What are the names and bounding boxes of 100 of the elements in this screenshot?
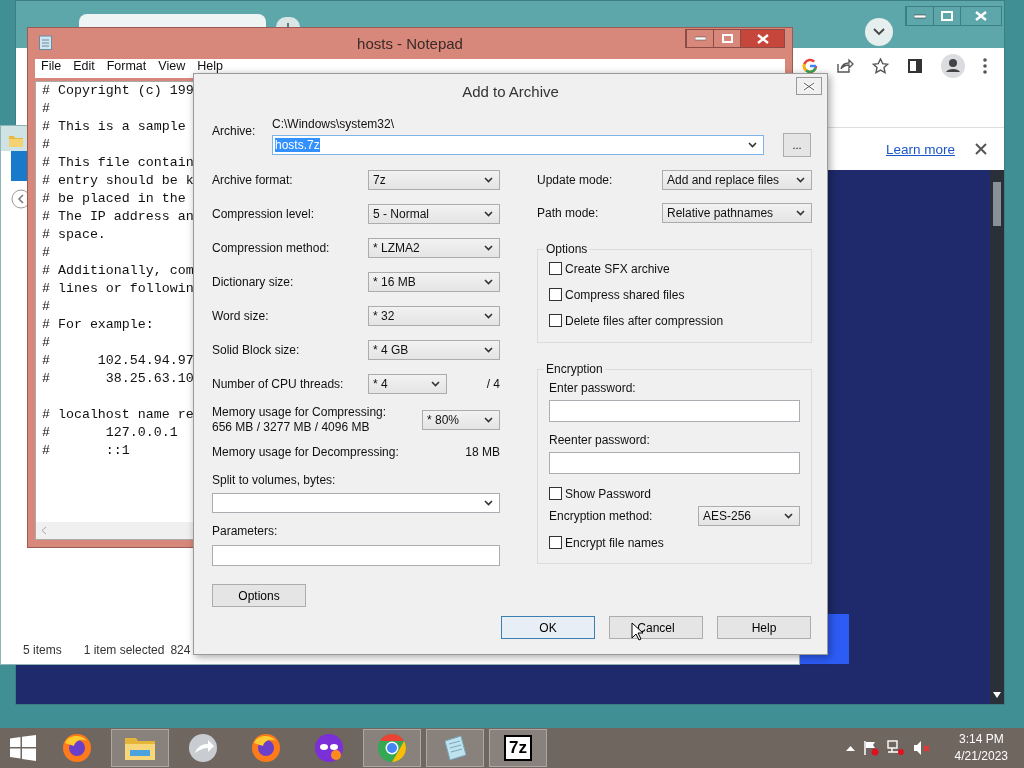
window-title: hosts - Notepad: [357, 34, 463, 52]
text-line: # 102.54.94.97: [42, 352, 194, 370]
dropdown[interactable]: Relative pathnames: [662, 203, 812, 223]
taskbar-button[interactable]: 7z: [489, 729, 547, 767]
field-label: Dictionary size:: [212, 275, 295, 289]
menu-item[interactable]: View: [152, 59, 192, 74]
start-button[interactable]: [10, 735, 36, 761]
checkbox[interactable]: [549, 487, 562, 500]
dropdown[interactable]: AES-256: [698, 506, 800, 526]
group-title: Encryption: [544, 362, 605, 376]
checkbox-label: Encrypt file names: [565, 535, 664, 550]
text-line: # space.: [42, 226, 106, 244]
checkbox[interactable]: [549, 262, 562, 275]
maximize-icon: [721, 34, 733, 43]
clock-time[interactable]: 3:14 PM: [958, 731, 1004, 748]
status-text: 824: [170, 643, 191, 657]
chevron-down-icon: [873, 28, 885, 36]
menu-icon[interactable]: [983, 58, 987, 74]
checkbox-label: Delete files after compression: [565, 313, 724, 328]
field-label: Archive format:: [212, 173, 294, 187]
caret-icon: [484, 347, 493, 353]
dropdown[interactable]: * 16 MB: [368, 272, 500, 292]
text-line: # Additionally, com: [42, 262, 194, 280]
text-line: # This is a sample: [42, 118, 186, 136]
profile-icon[interactable]: [941, 54, 965, 78]
folder-icon: [9, 134, 23, 148]
menu-item[interactable]: Help: [191, 59, 229, 74]
field-label: Update mode:: [537, 173, 614, 187]
field-label: Number of CPU threads:: [212, 377, 345, 391]
caret-icon: [484, 211, 493, 217]
status-text: 1 item selected: [83, 643, 165, 657]
browse-button[interactable]: ...: [783, 133, 811, 157]
caret-icon: [484, 417, 493, 423]
dropdown[interactable]: * 4 GB: [368, 340, 500, 360]
caret-icon: [484, 245, 493, 251]
field-label: Word size:: [212, 309, 270, 323]
dialog-button[interactable]: OK: [501, 616, 595, 639]
options-button[interactable]: Options: [212, 584, 306, 607]
parameters-field[interactable]: [212, 545, 500, 566]
caret-icon[interactable]: [845, 745, 855, 751]
mask-icon: [314, 733, 344, 763]
close-button[interactable]: [796, 77, 822, 95]
text-line: # be placed in the: [42, 190, 186, 208]
dropdown[interactable]: * 80%: [422, 410, 500, 430]
caret-icon: [796, 177, 805, 183]
field-label: Archive:: [212, 123, 257, 140]
text-line: #: [42, 334, 50, 352]
dropdown[interactable]: * 32: [368, 306, 500, 326]
close-icon: [756, 33, 769, 44]
scrollbar-thumb[interactable]: [993, 182, 1001, 226]
dropdown[interactable]: 5 - Normal: [368, 204, 500, 224]
dropdown[interactable]: * LZMA2: [368, 238, 500, 258]
dialog-button[interactable]: Cancel: [609, 616, 703, 639]
dialog-title: Add to Archive: [462, 83, 559, 100]
network-icon[interactable]: [886, 740, 905, 756]
taskbar-button[interactable]: [426, 729, 484, 767]
text-line: #: [42, 100, 50, 118]
flag-icon[interactable]: [862, 740, 879, 756]
taskbar-button[interactable]: [111, 729, 169, 767]
dialog-button[interactable]: Help: [717, 616, 811, 639]
dropdown[interactable]: 7z: [368, 170, 500, 190]
text-line: # This file contain: [42, 154, 194, 172]
tab-search-button[interactable]: [865, 18, 893, 46]
group-title: Options: [544, 242, 590, 256]
field-label: Path mode:: [537, 206, 600, 220]
browser-icon: [377, 733, 407, 763]
field-label: Encryption method:: [549, 509, 653, 523]
side-panel-icon[interactable]: [907, 58, 923, 74]
close-icon[interactable]: [975, 143, 987, 155]
checkbox[interactable]: [549, 288, 562, 301]
menu-item[interactable]: Format: [100, 59, 153, 74]
fox-globe-icon: [62, 733, 92, 763]
star-icon[interactable]: [872, 58, 889, 74]
app-logo: 7z: [504, 735, 532, 761]
clock-date[interactable]: 4/21/2023: [954, 748, 1008, 765]
text-line: # The IP address an: [42, 208, 194, 226]
caret-icon: [484, 177, 493, 183]
muted-speaker-icon[interactable]: [912, 740, 931, 756]
learn-more-link[interactable]: Learn more: [885, 141, 955, 157]
checkbox[interactable]: [549, 536, 562, 549]
password-field[interactable]: [549, 400, 800, 422]
notepad-icon: [39, 35, 52, 50]
scrollbar[interactable]: [990, 170, 1004, 704]
checkbox[interactable]: [549, 314, 562, 327]
text-line: # For example:: [42, 316, 154, 334]
field-label: Enter password:: [549, 381, 637, 395]
share-icon[interactable]: [836, 58, 854, 74]
menu-item[interactable]: File: [35, 59, 68, 74]
text-line: #: [42, 244, 50, 262]
field-label: Split to volumes, bytes:: [212, 473, 337, 487]
down-arrow-icon[interactable]: [993, 692, 1001, 698]
dropdown[interactable]: * 4: [368, 374, 447, 394]
dropdown[interactable]: Add and replace files: [662, 170, 812, 190]
password-field[interactable]: [549, 452, 800, 474]
menu-item[interactable]: Edit: [67, 59, 101, 74]
caret-icon: [796, 210, 805, 216]
close-button[interactable]: [740, 30, 784, 47]
caret-icon: [748, 142, 757, 148]
text-line: # ::1: [42, 442, 130, 460]
text-line: # lines or followin: [42, 280, 194, 298]
